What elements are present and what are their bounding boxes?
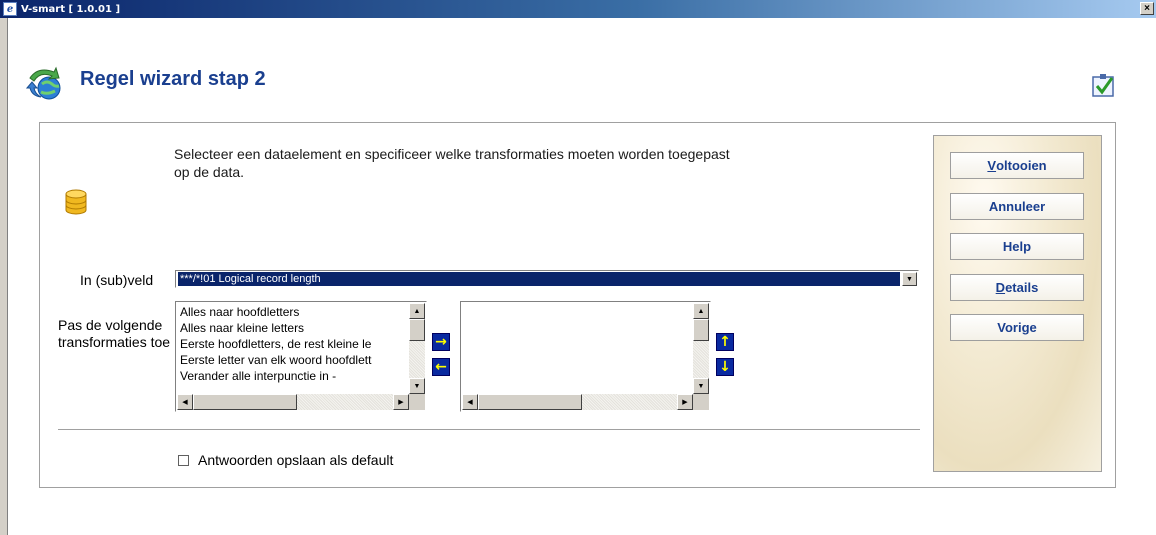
scroll-down-icon[interactable]: ▼: [409, 378, 425, 394]
transformations-label: Pas de volgende transformaties toe: [58, 317, 171, 350]
move-down-button[interactable]: ↓: [716, 358, 734, 376]
scroll-up-icon[interactable]: ▲: [693, 303, 709, 319]
finish-hotkey: V: [987, 158, 997, 173]
finish-button[interactable]: Voltooien: [950, 152, 1084, 179]
field-label: In (sub)veld: [80, 272, 154, 288]
wizard-check-icon[interactable]: [1090, 73, 1116, 99]
title-bar: e V-smart [ 1.0.01 ] ×: [0, 0, 1156, 18]
scroll-left-icon[interactable]: ◀: [177, 394, 193, 410]
chevron-down-icon[interactable]: ▼: [902, 272, 917, 286]
horizontal-scrollbar[interactable]: ◀ ▶: [177, 394, 409, 410]
scroll-up-icon[interactable]: ▲: [409, 303, 425, 319]
horizontal-scrollbar[interactable]: ◀ ▶: [462, 394, 693, 410]
list-item[interactable]: Alles naar hoofdletters: [178, 304, 409, 320]
close-button[interactable]: ×: [1140, 2, 1154, 15]
scroll-corner: [693, 394, 709, 410]
finish-label: oltooien: [996, 158, 1047, 173]
ie-icon: e: [3, 2, 17, 16]
previous-button[interactable]: Vorige: [950, 314, 1084, 341]
details-button[interactable]: Details: [950, 274, 1084, 301]
list-item[interactable]: Verander alle interpunctie in -: [178, 368, 409, 384]
list-item[interactable]: Alles naar kleine letters: [178, 320, 409, 336]
scroll-corner: [409, 394, 425, 410]
default-answers-option[interactable]: Antwoorden opslaan als default: [178, 452, 393, 468]
selected-transformations-list[interactable]: ▲ ▼ ◀ ▶: [460, 301, 711, 412]
default-answers-label: Antwoorden opslaan als default: [198, 452, 394, 468]
move-up-button[interactable]: ↑: [716, 333, 734, 351]
scroll-thumb[interactable]: [478, 394, 582, 410]
scroll-thumb[interactable]: [693, 319, 709, 341]
instructions-text: Selecteer een dataelement en specificeer…: [174, 146, 730, 180]
details-hotkey: D: [995, 280, 1006, 295]
scroll-right-icon[interactable]: ▶: [393, 394, 409, 410]
scroll-right-icon[interactable]: ▶: [677, 394, 693, 410]
window-title: V-smart [ 1.0.01 ]: [21, 3, 121, 15]
field-select-value: ***/*!01 Logical record length: [178, 272, 900, 286]
refresh-globe-icon: [25, 66, 61, 100]
vertical-scrollbar[interactable]: ▲ ▼: [409, 303, 425, 394]
page-title: Regel wizard stap 2: [80, 68, 266, 90]
help-button[interactable]: Help: [950, 233, 1084, 260]
scroll-thumb[interactable]: [409, 319, 425, 341]
divider: [58, 429, 920, 431]
list-item[interactable]: Eerste letter van elk woord hoofdlett: [178, 352, 409, 368]
default-answers-checkbox[interactable]: [178, 454, 189, 466]
scroll-thumb[interactable]: [193, 394, 297, 410]
list-item[interactable]: Eerste hoofdletters, de rest kleine le: [178, 336, 409, 352]
window-frame: [0, 18, 8, 535]
close-icon: ×: [1144, 2, 1150, 14]
vertical-scrollbar[interactable]: ▲ ▼: [693, 303, 709, 394]
details-label: etails: [1005, 280, 1039, 295]
database-icon: [65, 189, 87, 215]
cancel-button[interactable]: Annuleer: [950, 193, 1084, 220]
scroll-left-icon[interactable]: ◀: [462, 394, 478, 410]
move-right-button[interactable]: →: [432, 333, 450, 351]
move-left-button[interactable]: ←: [432, 358, 450, 376]
action-panel: Voltooien Annuleer Help Details Vorige: [933, 135, 1102, 472]
scroll-down-icon[interactable]: ▼: [693, 378, 709, 394]
field-select[interactable]: ***/*!01 Logical record length ▼: [175, 270, 919, 288]
available-transformations-list[interactable]: Alles naar hoofdletters Alles naar klein…: [175, 301, 427, 412]
